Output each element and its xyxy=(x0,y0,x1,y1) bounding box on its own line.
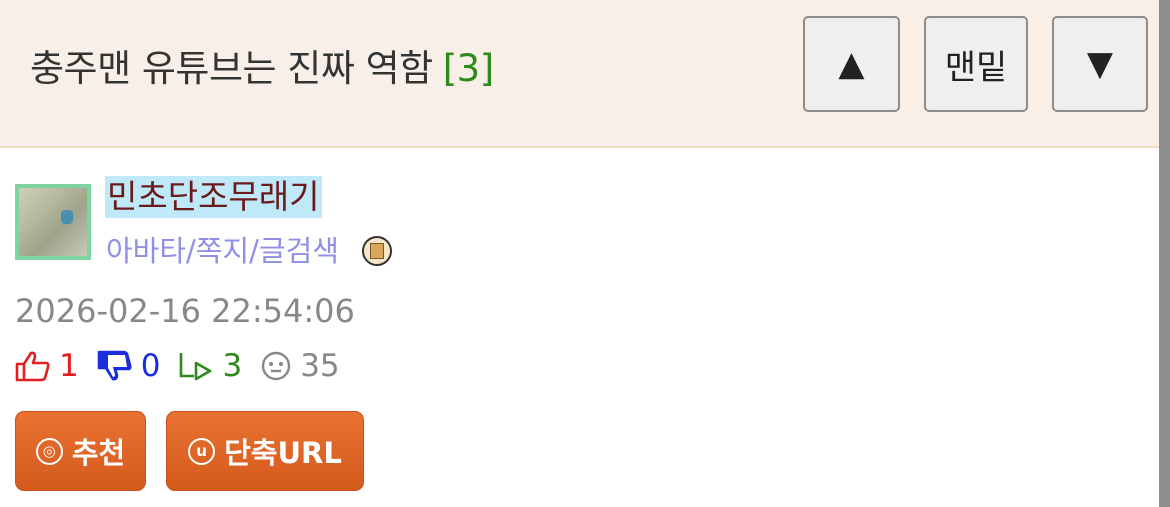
short-url-button[interactable]: u 단축URL xyxy=(166,411,364,491)
post-datetime: 2026-02-16 22:54:06 xyxy=(15,292,355,330)
view-count: 35 xyxy=(300,348,340,384)
url-circle-icon: u xyxy=(188,437,216,465)
thumbs-up-icon xyxy=(15,351,50,382)
post-stats: 1 0 3 35 xyxy=(15,345,358,387)
author-links[interactable]: 아바타/쪽지/글검색 xyxy=(106,228,339,270)
like-count: 1 xyxy=(59,348,79,384)
post-title: 충주맨 유튜브는 진짜 역함 [3] xyxy=(30,38,494,92)
avatar[interactable] xyxy=(15,184,91,260)
scroll-bottom-button[interactable]: 맨밑 xyxy=(924,16,1028,112)
recommend-label: 추천 xyxy=(71,436,126,470)
scroll-up-button[interactable]: ▲ xyxy=(803,16,900,112)
author-name[interactable]: 민초단조무래기 xyxy=(105,176,322,218)
scrollbar[interactable] xyxy=(1159,0,1170,507)
thumbs-down-icon xyxy=(97,350,132,381)
recommend-button[interactable]: ◎ 추천 xyxy=(15,411,146,491)
dislike-stat[interactable]: 0 xyxy=(97,348,161,384)
down-arrow-icon: ▼ xyxy=(1086,44,1114,84)
bottom-label: 맨밑 xyxy=(944,47,1008,88)
level-badge-icon xyxy=(362,236,392,266)
dislike-count: 0 xyxy=(140,348,161,384)
like-stat[interactable]: 1 xyxy=(15,348,79,384)
up-arrow-icon: ▲ xyxy=(838,44,865,84)
view-stat: 35 xyxy=(260,348,340,384)
avatar-image xyxy=(19,188,87,256)
comment-count[interactable]: [3] xyxy=(443,47,494,90)
short-url-label: 단축URL xyxy=(224,436,342,470)
scroll-down-button[interactable]: ▼ xyxy=(1052,16,1148,112)
reply-count: 3 xyxy=(222,348,243,384)
post-header: 충주맨 유튜브는 진짜 역함 [3] ▲ 맨밑 ▼ xyxy=(0,0,1170,148)
post-title-text: 충주맨 유튜브는 진짜 역함 xyxy=(30,47,433,90)
reply-arrow-icon xyxy=(180,353,212,381)
recommend-circle-icon: ◎ xyxy=(35,437,63,465)
smiley-eye-icon xyxy=(262,351,291,381)
reply-stat[interactable]: 3 xyxy=(178,348,242,384)
